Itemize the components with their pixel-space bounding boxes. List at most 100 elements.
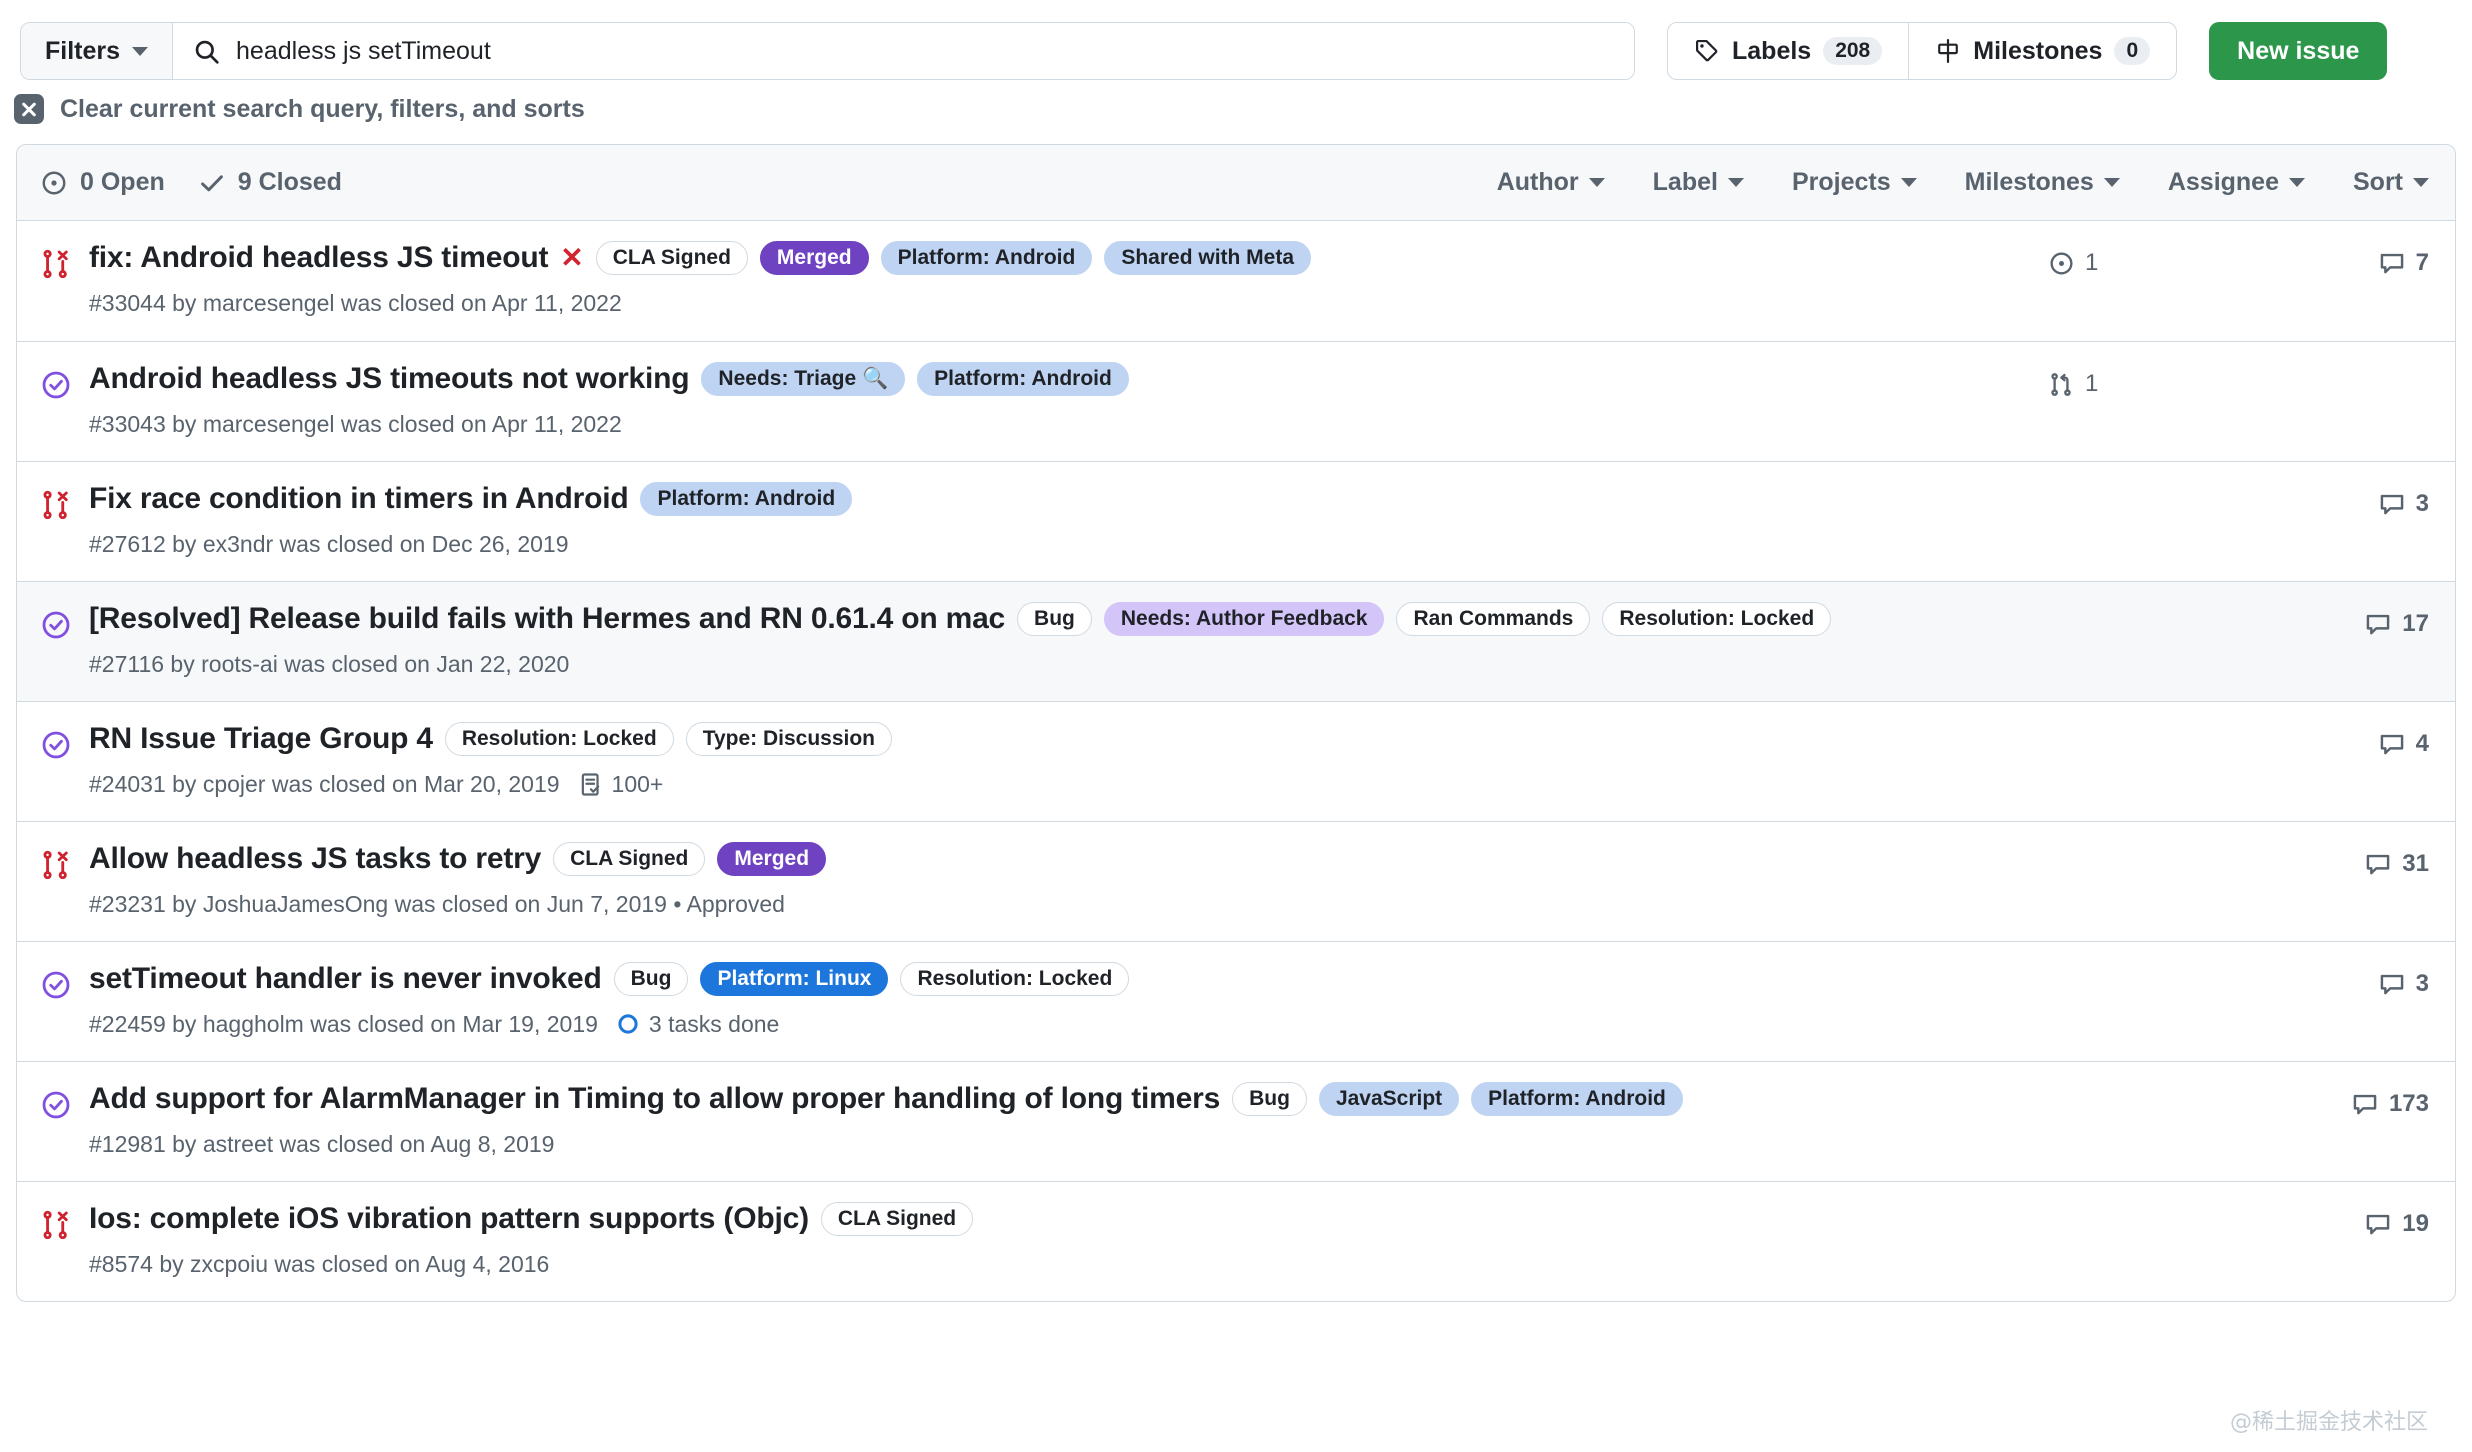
issue-row[interactable]: setTimeout handler is never invoked Bug Pl… — [17, 941, 2455, 1061]
issue-title-link[interactable]: Add support for AlarmManager in Timing t… — [89, 1082, 1220, 1117]
comment-count-text: 19 — [2402, 1210, 2429, 1237]
pull-request-closed-icon — [41, 241, 89, 279]
issue-label[interactable]: Resolution: Locked — [900, 962, 1130, 997]
search-bar[interactable]: Filters headless js setTimeout — [20, 22, 1635, 80]
issue-progress: 100+ — [578, 771, 663, 798]
comment-count-text: 173 — [2388, 1090, 2429, 1117]
issue-row[interactable]: RN Issue Triage Group 4 Resolution: Locke… — [17, 701, 2455, 821]
comment-count[interactable]: 3 — [2289, 490, 2429, 518]
close-icon — [14, 94, 44, 124]
issue-row-stats: 3 — [2049, 962, 2429, 998]
issue-label[interactable]: Resolution: Locked — [444, 722, 674, 757]
issue-title-link[interactable]: fix: Android headless JS timeout — [89, 241, 548, 276]
issue-label[interactable]: Platform: Linux — [700, 962, 889, 997]
issue-label[interactable]: Platform: Android — [1471, 1082, 1683, 1117]
issue-list: 0 Open 9 Closed Author Label Projects Mi… — [16, 144, 2456, 1302]
comment-count[interactable]: 7 — [2289, 249, 2429, 277]
issues-search-page: Filters headless js setTimeout Labels 20… — [0, 0, 2472, 1452]
pull-request-closed-icon — [41, 482, 89, 520]
filters-label: Filters — [45, 36, 121, 65]
issue-title-link[interactable]: Allow headless JS tasks to retry — [89, 842, 541, 877]
issue-label[interactable]: Needs: Triage 🔍 — [701, 362, 906, 397]
clear-search-button[interactable]: Clear current search query, filters, and… — [0, 88, 2472, 144]
labels-milestones-group: Labels 208 Milestones 0 — [1667, 22, 2178, 80]
issue-label[interactable]: Merged — [717, 842, 827, 877]
issue-label[interactable]: Platform: Android — [880, 241, 1093, 276]
issue-content: Add support for AlarmManager in Timing t… — [89, 1082, 2049, 1158]
issue-title-link[interactable]: [Resolved] Release build fails with Herm… — [89, 602, 1005, 637]
author-filter[interactable]: Author — [1497, 168, 1605, 197]
new-issue-button[interactable]: New issue — [2209, 22, 2388, 80]
issue-title-link[interactable]: Ios: complete iOS vibration pattern supp… — [89, 1202, 809, 1237]
issue-title-link[interactable]: setTimeout handler is never invoked — [89, 962, 602, 997]
issue-label[interactable]: Bug — [1017, 602, 1092, 637]
milestones-label: Milestones — [1973, 36, 2103, 65]
issue-label[interactable]: CLA Signed — [553, 842, 706, 877]
issue-title-line: setTimeout handler is never invoked Bug Pl… — [89, 962, 2049, 997]
issue-row-stats: 173 — [2049, 1082, 2429, 1118]
issue-meta: #8574 by zxcpoiu was closed on Aug 4, 20… — [89, 1251, 2049, 1278]
issue-label[interactable]: CLA Signed — [595, 241, 748, 276]
issue-title-line: Fix race condition in timers in Android P… — [89, 482, 2049, 517]
issue-row[interactable]: Fix race condition in timers in Android P… — [17, 461, 2455, 581]
issue-label[interactable]: Bug — [613, 962, 689, 997]
linked-items-count: 1 — [2049, 370, 2289, 398]
issue-row[interactable]: Android headless JS timeouts not working… — [17, 341, 2455, 461]
chevron-down-icon — [1727, 178, 1744, 187]
issue-row[interactable]: fix: Android headless JS timeout ✕ CLA Sig… — [17, 221, 2455, 341]
milestones-button[interactable]: Milestones 0 — [1908, 23, 2176, 79]
issue-meta-text: #8574 by zxcpoiu was closed on Aug 4, 20… — [89, 1250, 550, 1277]
issue-row[interactable]: Ios: complete iOS vibration pattern supp… — [17, 1181, 2455, 1301]
issue-meta-text: #23231 by JoshuaJamesOng was closed on J… — [89, 890, 785, 917]
issue-meta: #22459 by haggholm was closed on Mar 19,… — [89, 1011, 2049, 1038]
issue-closed-icon — [41, 1082, 89, 1120]
linked-items-count: 1 — [2049, 249, 2289, 277]
comment-count[interactable]: 3 — [2289, 970, 2429, 998]
issue-label[interactable]: Shared with Meta — [1104, 241, 1312, 276]
issue-label[interactable]: Resolution: Locked — [1602, 602, 1832, 637]
issue-label[interactable]: Needs: Author Feedback — [1103, 602, 1385, 637]
comment-count[interactable]: 4 — [2289, 730, 2429, 758]
issue-title-link[interactable]: Fix race condition in timers in Android — [89, 482, 629, 517]
issue-label[interactable]: Platform: Android — [917, 362, 1129, 397]
issue-content: Ios: complete iOS vibration pattern supp… — [89, 1202, 2049, 1278]
issue-row[interactable]: Add support for AlarmManager in Timing t… — [17, 1061, 2455, 1181]
issue-row[interactable]: Allow headless JS tasks to retry CLA Sign… — [17, 821, 2455, 941]
failed-check-icon: ✕ — [560, 242, 584, 274]
milestones-filter[interactable]: Milestones — [1965, 168, 2120, 197]
issue-label[interactable]: Merged — [759, 241, 869, 276]
comment-count[interactable]: 173 — [2289, 1090, 2429, 1118]
comment-count[interactable]: 31 — [2289, 850, 2429, 878]
chevron-down-icon — [2289, 178, 2305, 187]
issue-meta: #33044 by marcesengel was closed on Apr … — [89, 290, 2049, 317]
linked-items-count-text: 1 — [2085, 370, 2099, 397]
issue-label[interactable]: Type: Discussion — [685, 722, 893, 757]
issue-meta-text: #12981 by astreet was closed on Aug 8, 2… — [89, 1130, 555, 1157]
linked-issue-icon — [2049, 251, 2074, 276]
labels-label: Labels — [1732, 36, 1812, 65]
open-issues-filter[interactable]: 0 Open — [41, 168, 165, 197]
projects-filter[interactable]: Projects — [1792, 168, 1917, 197]
issue-title-link[interactable]: RN Issue Triage Group 4 — [89, 722, 433, 757]
issue-title-line: [Resolved] Release build fails with Herm… — [89, 602, 2049, 637]
issue-label[interactable]: Platform: Android — [640, 482, 853, 517]
search-input[interactable]: headless js setTimeout — [173, 23, 1634, 79]
issue-closed-icon — [41, 962, 89, 1000]
assignee-filter[interactable]: Assignee — [2168, 168, 2305, 197]
label-filter[interactable]: Label — [1653, 168, 1744, 197]
filters-dropdown-button[interactable]: Filters — [21, 23, 174, 79]
issue-label[interactable]: Ran Commands — [1396, 602, 1591, 637]
sort-filter[interactable]: Sort — [2353, 168, 2429, 197]
closed-issues-filter[interactable]: 9 Closed — [199, 168, 342, 197]
list-filter-dropdowns: Author Label Projects Milestones Assigne… — [1497, 168, 2429, 197]
issue-row[interactable]: [Resolved] Release build fails with Herm… — [17, 581, 2455, 701]
comment-icon — [2379, 731, 2405, 757]
labels-button[interactable]: Labels 208 — [1668, 23, 1908, 79]
issue-label[interactable]: Bug — [1232, 1082, 1307, 1117]
comment-count[interactable]: 17 — [2289, 610, 2429, 638]
issue-title-link[interactable]: Android headless JS timeouts not working — [89, 362, 690, 397]
comment-count[interactable]: 19 — [2289, 1210, 2429, 1238]
issue-content: RN Issue Triage Group 4 Resolution: Locke… — [89, 722, 2049, 798]
issue-label[interactable]: CLA Signed — [820, 1202, 974, 1237]
issue-label[interactable]: JavaScript — [1318, 1082, 1460, 1117]
